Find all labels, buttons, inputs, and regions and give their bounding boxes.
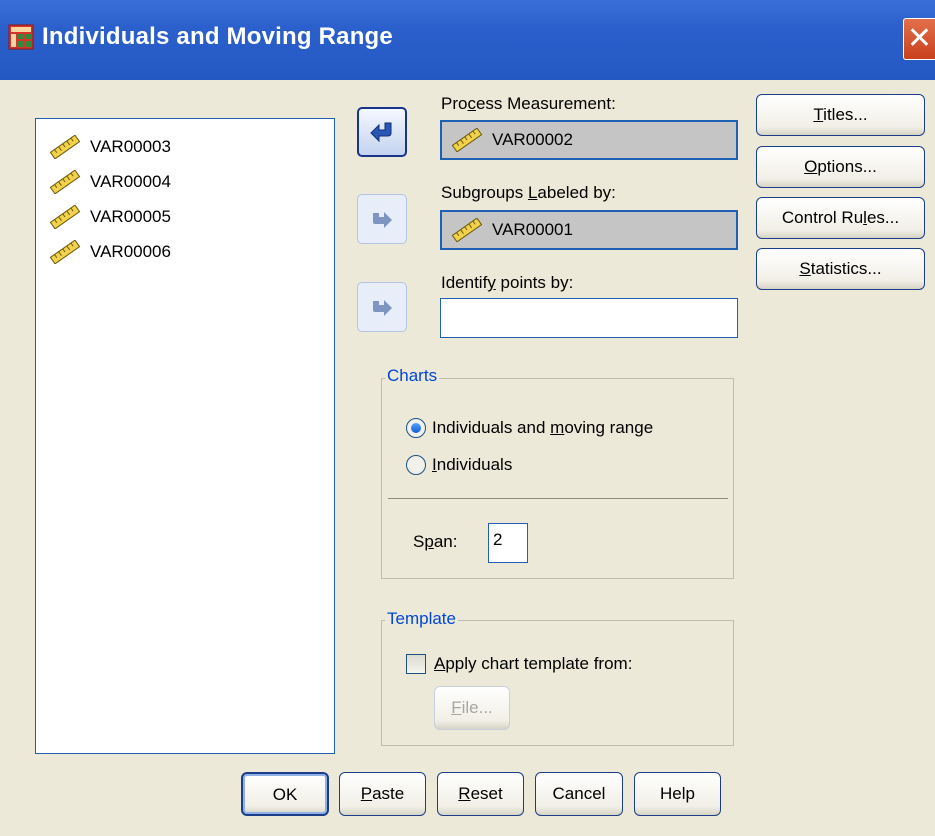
button-text: tatistics... <box>810 259 882 278</box>
label-text: Subgroups <box>441 183 528 202</box>
close-button[interactable]: ✕ <box>903 18 935 60</box>
radio-individuals[interactable]: Individuals <box>406 455 512 475</box>
list-item[interactable]: VAR00004 <box>46 164 324 199</box>
title-bar: Individuals and Moving Range <box>0 0 935 80</box>
button-text: ptions... <box>817 157 877 176</box>
field-value: VAR00002 <box>492 130 573 149</box>
subgroups-field[interactable]: VAR00001 <box>440 210 738 250</box>
control-rules-button[interactable]: Control Rules... <box>756 197 925 239</box>
label-mnemonic: y <box>487 273 496 292</box>
button-mnemonic: F <box>451 698 462 717</box>
button-mnemonic: P <box>360 784 373 803</box>
radio-label-text: oving range <box>564 418 654 437</box>
variable-name: VAR00005 <box>90 206 171 226</box>
radio-label-text: Individuals and <box>432 418 551 437</box>
label-text: abeled by: <box>537 183 616 202</box>
radio-indicator[interactable] <box>406 418 426 438</box>
reset-button[interactable]: Reset <box>437 772 524 816</box>
ruler-icon <box>451 128 483 152</box>
ok-button[interactable]: OK <box>241 772 329 816</box>
template-legend: Template <box>385 609 458 629</box>
button-text: es... <box>866 208 900 227</box>
button-text: eset <box>470 784 503 803</box>
apply-template-checkbox[interactable] <box>406 654 426 674</box>
label-mnemonic: A <box>434 654 446 673</box>
move-to-identify-button[interactable] <box>357 282 407 332</box>
label-mnemonic: p <box>424 532 434 551</box>
ruler-icon <box>451 218 483 242</box>
move-right-arrow-icon <box>373 212 392 228</box>
button-text: itles... <box>823 105 868 124</box>
ruler-icon <box>49 239 81 264</box>
ruler-icon <box>49 134 81 159</box>
paste-button[interactable]: Paste <box>339 772 426 816</box>
process-measurement-label: Process Measurement: <box>441 94 616 114</box>
list-item[interactable]: VAR00003 <box>46 129 324 164</box>
cancel-button[interactable]: Cancel <box>535 772 623 816</box>
window-title: Individuals and Moving Range <box>42 23 393 50</box>
button-mnemonic: O <box>804 157 818 176</box>
subgroups-label: Subgroups Labeled by: <box>441 183 616 203</box>
table-icon <box>8 24 34 50</box>
label-text: pply chart template from: <box>445 654 633 673</box>
label-text: ess Measurement: <box>475 94 616 113</box>
variable-name: VAR00003 <box>90 136 171 156</box>
apply-template-label: Apply chart template from: <box>434 654 632 674</box>
list-item[interactable]: VAR00006 <box>46 234 324 269</box>
statistics-button[interactable]: Statistics... <box>756 248 925 290</box>
label-text: points by: <box>495 273 574 292</box>
radio-label: Individuals <box>432 455 512 475</box>
button-text: ile... <box>461 698 493 717</box>
move-left-arrow-icon <box>370 122 392 143</box>
radio-label-mnemonic: m <box>550 418 565 437</box>
variable-name: VAR00006 <box>90 241 171 261</box>
move-to-subgroups-button[interactable] <box>357 194 407 244</box>
options-button[interactable]: Options... <box>756 146 925 188</box>
button-text: aste <box>372 784 405 803</box>
button-mnemonic: S <box>799 259 811 278</box>
label-text: an: <box>433 532 458 551</box>
label-text: Pro <box>441 94 468 113</box>
radio-individuals-moving-range[interactable]: Individuals and moving range <box>406 418 653 438</box>
variable-name: VAR00004 <box>90 171 171 191</box>
charts-legend: Charts <box>385 366 440 386</box>
button-mnemonic: T <box>813 105 824 124</box>
button-text: Control Ru <box>781 208 864 227</box>
field-value: VAR00001 <box>492 220 573 239</box>
label-mnemonic: c <box>467 94 476 113</box>
process-measurement-field[interactable]: VAR00002 <box>440 120 738 160</box>
radio-label: Individuals and moving range <box>432 418 653 438</box>
button-mnemonic: R <box>458 784 471 803</box>
help-button[interactable]: Help <box>634 772 721 816</box>
ruler-icon <box>49 204 81 229</box>
source-variables-list[interactable]: VAR00003 VAR00004 VAR00005 VAR00006 <box>35 118 335 754</box>
label-text: Identif <box>441 273 488 292</box>
identify-label: Identify points by: <box>441 273 573 293</box>
span-label: Span: <box>413 532 457 552</box>
radio-label-text: ndividuals <box>436 455 513 474</box>
file-button[interactable]: File... <box>434 686 510 730</box>
titles-button[interactable]: Titles... <box>756 94 925 136</box>
radio-indicator[interactable] <box>406 455 426 475</box>
span-input[interactable]: 2 <box>488 523 528 563</box>
move-right-arrow-icon <box>373 300 392 316</box>
label-mnemonic: L <box>527 183 538 202</box>
move-to-process-button[interactable] <box>357 107 407 157</box>
label-text: S <box>413 532 425 551</box>
ruler-icon <box>49 169 81 194</box>
divider <box>388 498 728 499</box>
list-item[interactable]: VAR00005 <box>46 199 324 234</box>
identify-field[interactable] <box>440 298 738 338</box>
